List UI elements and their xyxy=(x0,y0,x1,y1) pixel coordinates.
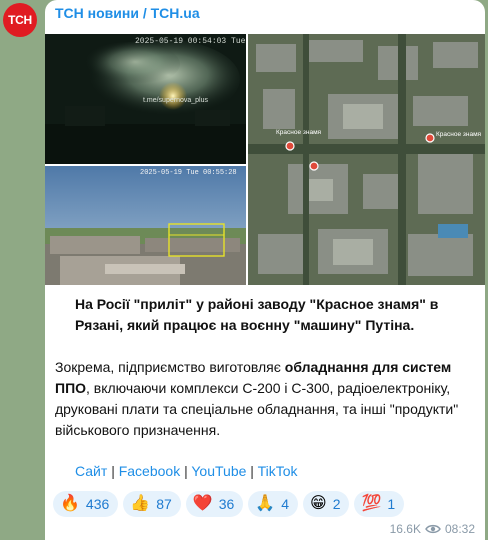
reaction-pray[interactable]: 🙏 4 xyxy=(248,491,298,517)
channel-name-link[interactable]: ТСН новини / TCH.ua xyxy=(55,5,200,21)
reaction-grin[interactable]: 😁 2 xyxy=(303,491,350,517)
reaction-count: 2 xyxy=(332,496,341,512)
reaction-count: 436 xyxy=(85,496,110,512)
grin-icon: 😁 xyxy=(310,495,327,512)
photo-city-view[interactable]: 2025-05-19 Tue 00:55:28 xyxy=(45,166,246,285)
channel-avatar[interactable]: ТСН xyxy=(3,3,37,37)
heart-icon: ❤️ xyxy=(192,495,213,512)
camera-timestamp: 2025-05-19 00:54:03 Tue xyxy=(135,37,246,46)
post-body: Зокрема, підприємство виготовляє обладна… xyxy=(55,357,480,441)
link-separator: | xyxy=(250,463,254,479)
message-time: 08:32 xyxy=(444,522,475,536)
photo-album: 2025-05-19 00:54:03 Tue t.me/supernova_p… xyxy=(45,34,485,285)
reaction-count: 36 xyxy=(218,496,235,512)
link-youtube[interactable]: YouTube xyxy=(191,463,246,479)
map-label-2: Красное знамя xyxy=(436,131,482,138)
link-site[interactable]: Сайт xyxy=(75,463,107,479)
map-label-1: Красное знамя xyxy=(276,129,322,136)
photo-satellite-map[interactable]: Красное знамя Красное знамя xyxy=(248,34,485,285)
camera-watermark: t.me/supernova_plus xyxy=(143,97,208,104)
post-lead: На Росії "приліт" у районі заводу "Красн… xyxy=(75,296,439,333)
post-body-part1: Зокрема, підприємство виготовляє xyxy=(55,359,285,375)
reaction-count: 87 xyxy=(156,496,172,512)
satellite-map-image: Красное знамя Красное знамя xyxy=(248,34,485,285)
reaction-thumbs-up[interactable]: 👍 87 xyxy=(123,491,181,517)
reaction-count: 1 xyxy=(387,496,396,512)
view-count: 16.6K xyxy=(389,522,421,536)
eye-icon xyxy=(425,524,441,534)
link-separator: | xyxy=(111,463,115,479)
reactions-bar: 🔥 436 👍 87 ❤️ 36 🙏 4 😁 2 💯 1 xyxy=(53,491,405,517)
hundred-icon: 💯 xyxy=(361,495,382,512)
reaction-heart[interactable]: ❤️ 36 xyxy=(185,491,244,517)
message-bubble: ТСН новини / TCH.ua 2025-05-19 00:54:03 … xyxy=(45,0,485,540)
link-facebook[interactable]: Facebook xyxy=(119,463,180,479)
footer-links: Сайт | Facebook | YouTube | TikTok xyxy=(75,463,298,479)
camera-timestamp-2: 2025-05-19 Tue 00:55:28 xyxy=(140,169,237,177)
reaction-count: 4 xyxy=(281,496,289,512)
pray-icon: 🙏 xyxy=(255,495,276,512)
message-meta: 16.6K 08:32 xyxy=(390,522,475,536)
night-smoke-image: 2025-05-19 00:54:03 Tue t.me/supernova_p… xyxy=(45,34,246,164)
link-separator: | xyxy=(184,463,188,479)
thumbs-up-icon: 👍 xyxy=(130,495,151,512)
post-text: На Росії "приліт" у районі заводу "Красн… xyxy=(55,294,480,441)
fire-icon: 🔥 xyxy=(60,495,80,512)
post-body-part2: , включаючи комплекси С-200 і С-300, рад… xyxy=(55,380,459,438)
city-view-image: 2025-05-19 Tue 00:55:28 xyxy=(45,166,246,285)
link-tiktok[interactable]: TikTok xyxy=(258,463,298,479)
avatar-logo-text: ТСН xyxy=(8,13,32,27)
reaction-hundred[interactable]: 💯 1 xyxy=(354,491,405,517)
photo-night-smoke[interactable]: 2025-05-19 00:54:03 Tue t.me/supernova_p… xyxy=(45,34,246,164)
reaction-fire[interactable]: 🔥 436 xyxy=(53,491,119,517)
